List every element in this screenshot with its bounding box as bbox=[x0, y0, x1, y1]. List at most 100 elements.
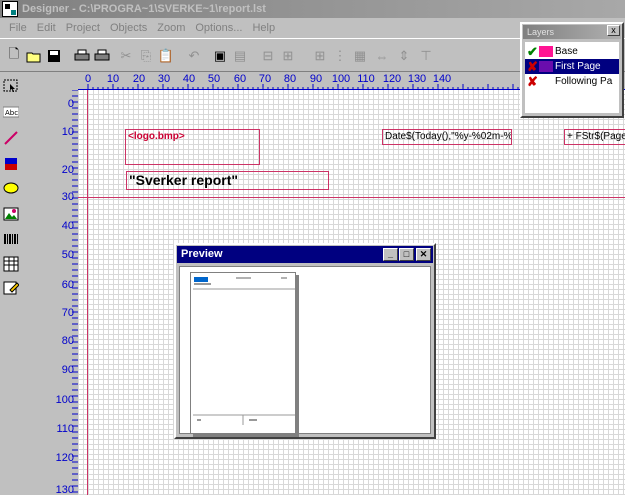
print-preview-icon[interactable] bbox=[92, 47, 112, 65]
line-tool-icon[interactable] bbox=[3, 130, 19, 146]
layer-color-swatch bbox=[539, 61, 553, 72]
align-grid-icon[interactable]: ⊞ bbox=[310, 47, 330, 65]
title-bar: Designer - C:\PROGRA~1\SVERKE~1\report.l… bbox=[0, 0, 625, 18]
app-icon[interactable] bbox=[2, 1, 18, 17]
ruler-label: 90 bbox=[61, 364, 74, 376]
open-icon[interactable] bbox=[24, 47, 44, 65]
ruler-label: 110 bbox=[56, 423, 74, 435]
ruler-label: 10 bbox=[106, 73, 120, 85]
ruler-label: 110 bbox=[357, 73, 375, 85]
preview-window[interactable]: Preview _ □ ✕ bbox=[174, 243, 436, 439]
align-left-icon[interactable]: ⊟ bbox=[258, 47, 278, 65]
ruler-label: 20 bbox=[61, 164, 74, 176]
text-tool-icon[interactable]: Abc bbox=[2, 104, 20, 120]
layers-title: Layers bbox=[527, 27, 555, 37]
layer-name: Base bbox=[555, 46, 578, 57]
page-number-object[interactable]: + FStr$(Page bbox=[564, 129, 625, 145]
menu-zoom[interactable]: Zoom bbox=[152, 22, 190, 34]
menu-help[interactable]: Help bbox=[247, 22, 280, 34]
barcode-tool-icon[interactable] bbox=[3, 232, 19, 248]
ruler-label: 40 bbox=[61, 220, 74, 232]
menu-options[interactable]: Options... bbox=[190, 22, 247, 34]
center-icon[interactable]: ⊤ bbox=[416, 47, 436, 65]
header-separator-line bbox=[78, 197, 625, 198]
layers-close-button[interactable]: x bbox=[607, 25, 620, 36]
preview-page-thumbnail[interactable] bbox=[190, 272, 296, 434]
same-size-icon[interactable]: ▦ bbox=[350, 47, 370, 65]
ruler-label: 50 bbox=[61, 249, 74, 261]
layer-name: Following Pa bbox=[555, 76, 613, 87]
ruler-label: 60 bbox=[61, 279, 74, 291]
logo-object[interactable]: <logo.bmp> bbox=[125, 129, 260, 165]
ruler-label: 80 bbox=[61, 335, 74, 347]
ruler-label: 40 bbox=[182, 73, 196, 85]
ruler-label: 30 bbox=[157, 73, 171, 85]
ruler-label: 140 bbox=[432, 73, 452, 85]
ruler-label: 60 bbox=[233, 73, 247, 85]
ruler-label: 120 bbox=[55, 452, 74, 464]
report-title-object[interactable]: "Sverker report" bbox=[126, 171, 329, 190]
window-title: Designer - C:\PROGRA~1\SVERKE~1\report.l… bbox=[22, 3, 266, 15]
ruler-label: 0 bbox=[67, 98, 74, 110]
ruler-label: 130 bbox=[407, 73, 427, 85]
layer-item-first-page[interactable]: ✘ First Page bbox=[525, 59, 619, 74]
space-vertical-icon[interactable]: ⇕ bbox=[394, 47, 414, 65]
left-margin-line bbox=[87, 90, 88, 495]
check-icon[interactable]: ✔ bbox=[527, 44, 538, 59]
layer-item-base[interactable]: ✔ Base bbox=[525, 44, 619, 59]
menu-objects[interactable]: Objects bbox=[105, 22, 152, 34]
preview-page-drawing bbox=[193, 277, 295, 425]
maximize-button[interactable]: □ bbox=[399, 248, 414, 261]
preview-body bbox=[179, 266, 431, 434]
copy-icon[interactable]: ⎘ bbox=[136, 47, 156, 65]
ellipse-tool-icon[interactable] bbox=[3, 180, 19, 196]
form-tool-icon[interactable] bbox=[3, 280, 20, 296]
align-center-icon[interactable]: ⊞ bbox=[278, 47, 298, 65]
layers-list: ✔ Base ✘ First Page ✘ Following Pa bbox=[525, 42, 619, 113]
table-tool-icon[interactable] bbox=[3, 256, 19, 272]
new-icon[interactable]: 🗋 bbox=[4, 46, 24, 65]
to-back-icon[interactable]: ▤ bbox=[230, 47, 250, 65]
ruler-label: 90 bbox=[309, 73, 323, 85]
ruler-label: 130 bbox=[55, 484, 74, 495]
layers-panel[interactable]: Layers x ✔ Base ✘ First Page ✘ Following… bbox=[520, 22, 624, 118]
print-icon[interactable] bbox=[72, 47, 92, 65]
menu-project[interactable]: Project bbox=[61, 22, 105, 34]
cross-icon[interactable]: ✘ bbox=[527, 74, 538, 89]
layer-color-swatch bbox=[539, 46, 553, 57]
rectangle-tool-icon[interactable] bbox=[3, 156, 19, 172]
ruler-label: 20 bbox=[132, 73, 146, 85]
page-number-text: + FStr$(Page bbox=[567, 131, 625, 142]
space-evenly-icon[interactable]: ⇔ bbox=[372, 47, 392, 65]
distribute-icon[interactable]: ⋮ bbox=[330, 47, 350, 65]
report-title-text: "Sverker report" bbox=[129, 172, 238, 188]
ruler-corner bbox=[38, 72, 78, 90]
layer-name: First Page bbox=[555, 61, 601, 72]
ruler-label: 10 bbox=[61, 126, 74, 138]
undo-icon[interactable]: ↶ bbox=[184, 47, 204, 65]
svg-text:Abc: Abc bbox=[5, 109, 18, 117]
layer-item-following-pages[interactable]: ✘ Following Pa bbox=[525, 74, 619, 89]
preview-logo-mark bbox=[194, 277, 208, 282]
vertical-ruler[interactable]: 0 10 20 30 40 50 60 70 80 90 100 110 120… bbox=[38, 90, 78, 495]
to-front-icon[interactable]: ▣ bbox=[210, 47, 230, 65]
picture-tool-icon[interactable] bbox=[3, 206, 19, 222]
select-tool-icon[interactable] bbox=[3, 78, 19, 94]
ruler-label: 70 bbox=[61, 307, 74, 319]
cut-icon[interactable]: ✂ bbox=[116, 47, 136, 65]
ruler-label: 0 bbox=[84, 73, 92, 85]
ruler-label: 100 bbox=[331, 73, 351, 85]
cross-icon[interactable]: ✘ bbox=[527, 59, 538, 74]
paste-icon[interactable]: 📋 bbox=[156, 47, 176, 65]
menu-edit[interactable]: Edit bbox=[32, 22, 61, 34]
menu-file[interactable]: File bbox=[4, 22, 32, 34]
date-field-object[interactable]: Date$(Today(),"%y-%02m-%0 bbox=[382, 129, 512, 145]
preview-title: Preview bbox=[181, 248, 223, 260]
save-icon[interactable] bbox=[44, 47, 64, 65]
logo-object-text: <logo.bmp> bbox=[128, 131, 185, 142]
ruler-label: 30 bbox=[61, 191, 74, 203]
ruler-label: 100 bbox=[55, 394, 74, 406]
ruler-label: 80 bbox=[283, 73, 297, 85]
close-button[interactable]: ✕ bbox=[416, 248, 431, 261]
minimize-button[interactable]: _ bbox=[383, 248, 398, 261]
